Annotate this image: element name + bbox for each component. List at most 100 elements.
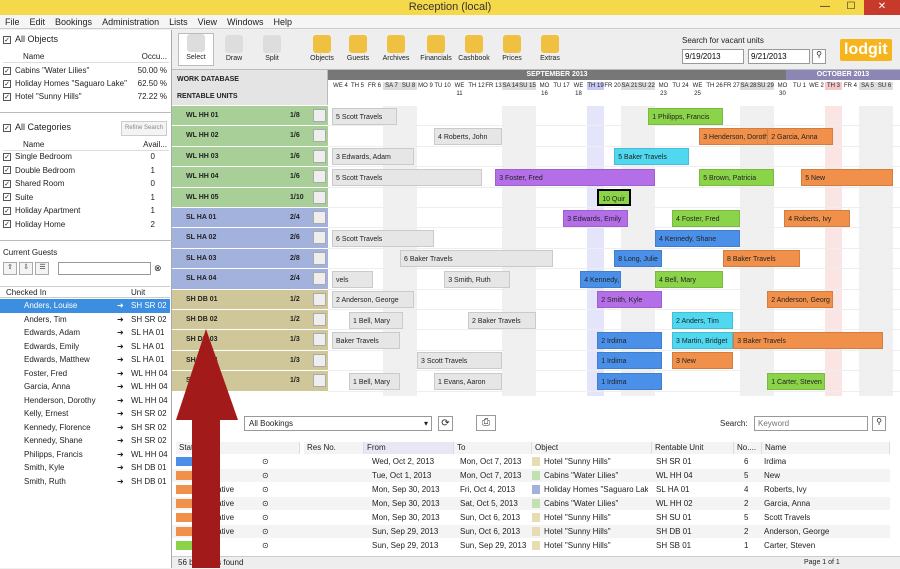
menu-item[interactable]: File (0, 15, 25, 29)
print-icon[interactable]: ⎙ (476, 415, 496, 431)
checkbox[interactable]: ✓ (3, 166, 11, 175)
booking-bar[interactable]: 1 Bell, Mary (349, 372, 400, 390)
guest-row[interactable]: Edwards, Emily ➜ SL HA 01 (0, 340, 170, 354)
category-row[interactable]: ✓ Holiday Apartment 1 (3, 204, 169, 217)
booking-bar[interactable]: 3 Smith, Ruth (444, 270, 511, 288)
booking-bar[interactable]: 5 Baker Travels (614, 148, 689, 166)
cashbook-button[interactable]: Cashbook (456, 35, 492, 62)
unit-row[interactable]: WL HH 02 1/6 (172, 126, 328, 147)
col-header[interactable]: No.... (734, 442, 762, 454)
booking-bar[interactable]: 1 Carter, Steven (767, 372, 825, 390)
checkbox[interactable]: ✓ (3, 152, 11, 161)
booking-bar[interactable]: 2 Garcia, Anna (767, 127, 834, 145)
booking-bar[interactable]: 5 New (801, 168, 893, 186)
booking-bar[interactable]: 3 New (672, 352, 734, 370)
cleaning-icon[interactable] (313, 353, 326, 367)
unit-row[interactable]: SH DB 01 1/2 (172, 289, 328, 310)
arrow-icon[interactable]: ➜ (117, 434, 124, 447)
checkbox[interactable]: ✓ (3, 206, 11, 215)
col-header[interactable]: Rentable Unit (652, 442, 734, 454)
booking-bar[interactable]: 2 Irdima (597, 331, 662, 349)
menu-item[interactable]: Bookings (50, 15, 97, 29)
vacant-from-input[interactable] (682, 49, 744, 64)
open-icon[interactable]: ⊙ (262, 455, 269, 468)
booking-bar[interactable]: 5 Scott Travels (332, 168, 482, 186)
checkbox[interactable]: ✓ (3, 193, 11, 202)
add-guest-icon[interactable]: ⇧ (3, 262, 17, 275)
booking-bar[interactable]: 3 Scott Travels (417, 352, 502, 370)
guest-row[interactable]: Smith, Ruth ➜ SH DB 01 (0, 475, 170, 489)
refine-search-button[interactable]: Refine Search (120, 121, 167, 136)
guest-row[interactable]: Anders, Louise ➜ SH SR 02 (0, 299, 170, 313)
guest-row[interactable]: Kennedy, Shane ➜ SH SR 02 (0, 434, 170, 448)
booking-bar[interactable]: 1 Philipps, Francis (648, 107, 723, 125)
unit-row[interactable]: WL HH 01 1/8 (172, 106, 328, 127)
table-row[interactable]: Tentative⊙Mon, Sep 30, 2013Sat, Oct 5, 2… (172, 497, 890, 510)
arrow-icon[interactable]: ➜ (117, 353, 124, 366)
cleaning-icon[interactable] (313, 251, 326, 265)
bookings-filter-select[interactable]: All Bookings ▾ (244, 416, 432, 431)
checkbox[interactable]: ✓ (3, 179, 11, 188)
guest-row[interactable]: Smith, Kyle ➜ SH DB 01 (0, 461, 170, 475)
open-icon[interactable]: ⊙ (262, 539, 269, 552)
booking-bar[interactable]: 10 Quir (597, 189, 632, 207)
menu-item[interactable]: Administration (97, 15, 164, 29)
cleaning-icon[interactable] (313, 231, 326, 245)
booking-bar[interactable]: 1 Evans, Aaron (434, 372, 502, 390)
object-row[interactable]: ✓ Holiday Homes "Saguaro Lake" 62.50 % (3, 77, 169, 90)
arrow-icon[interactable]: ➜ (117, 407, 124, 420)
object-row[interactable]: ✓ Cabins "Water Lilies" 50.00 % (3, 64, 169, 77)
guest-row[interactable]: Foster, Fred ➜ WL HH 04 (0, 367, 170, 381)
booking-bar[interactable]: 2 Anderson, George (332, 291, 414, 309)
open-icon[interactable]: ⊙ (262, 469, 269, 482)
cleaning-icon[interactable] (313, 149, 326, 163)
keyword-input[interactable] (754, 416, 868, 431)
menu-item[interactable]: Lists (164, 15, 193, 29)
draw-button[interactable]: Draw (216, 35, 252, 62)
menu-item[interactable]: View (193, 15, 222, 29)
clear-search-icon[interactable]: ⊗ (154, 263, 162, 274)
category-row[interactable]: ✓ Single Bedroom 0 (3, 150, 169, 163)
booking-bar[interactable]: 4 Roberts, Ivy (784, 209, 851, 227)
arrow-icon[interactable]: ➜ (117, 340, 124, 353)
col-header[interactable]: Object (532, 442, 652, 454)
booking-bar[interactable]: 6 Baker Travels (400, 250, 553, 268)
booking-bar[interactable]: 5 Scott Travels (332, 107, 397, 125)
extras-button[interactable]: Extras (532, 35, 568, 62)
booking-bar[interactable]: 4 Kennedy, Shane (655, 229, 740, 247)
booking-bar[interactable]: 3 Henderson, Dorothy (699, 127, 774, 145)
menu-item[interactable]: Edit (25, 15, 51, 29)
maximize-button[interactable]: ☐ (838, 0, 864, 15)
cleaning-icon[interactable] (313, 333, 326, 347)
arrow-icon[interactable]: ➜ (117, 421, 124, 434)
booking-bar[interactable]: 3 Martin, Bridget (672, 331, 734, 349)
menu-item[interactable]: Help (268, 15, 297, 29)
search-icon[interactable]: ⚲ (872, 416, 886, 431)
table-row[interactable]: Tentative⊙Mon, Sep 30, 2013Fri, Oct 4, 2… (172, 483, 890, 496)
table-row[interactable]: Offer⊙Sun, Sep 29, 2013Sun, Sep 29, 2013… (172, 539, 890, 552)
booking-bar[interactable]: 2 Anderson, Georg (767, 291, 834, 309)
booking-bar[interactable]: 3 Edwards, Adam (332, 148, 414, 166)
table-row[interactable]: Tentative⊙Mon, Sep 30, 2013Sun, Oct 6, 2… (172, 511, 890, 524)
checkbox[interactable]: ✓ (3, 79, 11, 88)
arrow-icon[interactable]: ➜ (117, 475, 124, 488)
booking-bar[interactable]: 2 Smith, Kyle (597, 291, 662, 309)
arrow-icon[interactable]: ➜ (117, 313, 124, 326)
col-header[interactable]: To (454, 442, 532, 454)
category-row[interactable]: ✓ Shared Room 0 (3, 177, 169, 190)
cleaning-icon[interactable] (313, 211, 326, 224)
guest-row[interactable]: Henderson, Dorothy ➜ WL HH 04 (0, 394, 170, 408)
prices-button[interactable]: Prices (494, 35, 530, 62)
booking-bar[interactable]: 2 Anders, Tim (672, 311, 734, 329)
col-header[interactable]: From (364, 442, 454, 454)
booking-bar[interactable]: vels (332, 270, 373, 288)
arrow-icon[interactable]: ➜ (117, 380, 124, 393)
booking-bar[interactable]: 1 Irdima (597, 372, 662, 390)
booking-bar[interactable]: 3 Foster, Fred (495, 168, 655, 186)
arrow-icon[interactable]: ➜ (117, 367, 124, 380)
guest-row[interactable]: Garcia, Anna ➜ WL HH 04 (0, 380, 170, 394)
financials-button[interactable]: Financials (418, 35, 454, 62)
open-icon[interactable]: ⊙ (262, 497, 269, 510)
guests-list-icon[interactable]: ☰ (35, 262, 50, 275)
checkbox[interactable]: ✓ (3, 92, 11, 101)
